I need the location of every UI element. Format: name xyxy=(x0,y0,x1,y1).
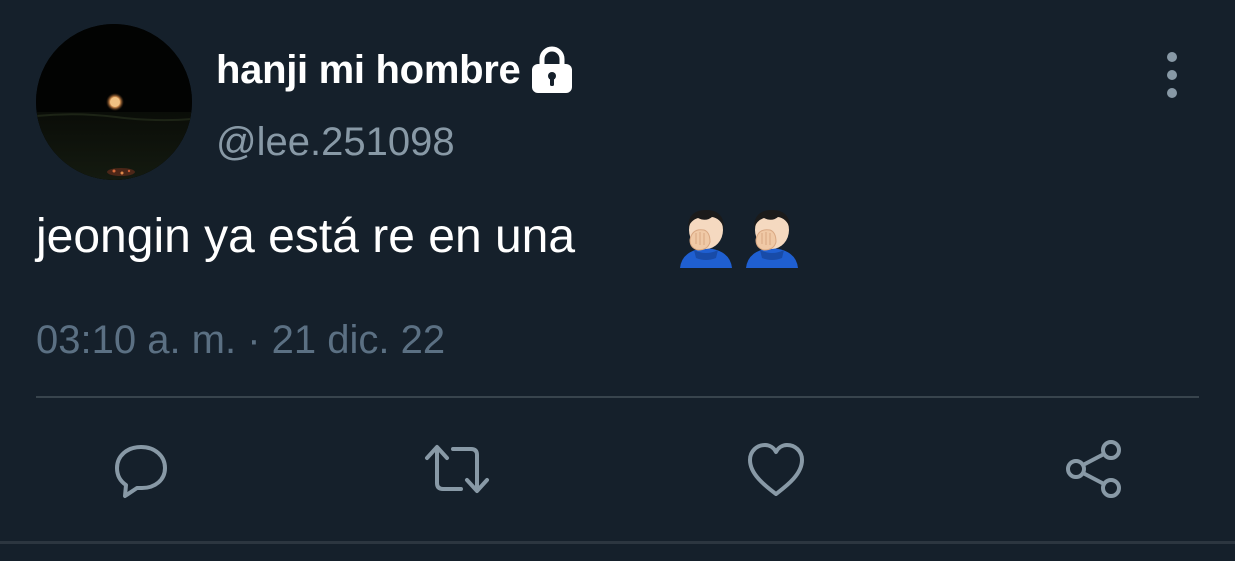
like-button[interactable] xyxy=(743,436,809,502)
display-name[interactable]: hanji mi hombre xyxy=(216,42,521,98)
bottom-divider xyxy=(0,541,1235,544)
lock-icon xyxy=(528,45,576,95)
facepalm-icon xyxy=(742,206,802,268)
tweet-emojis xyxy=(676,204,808,270)
more-options-button[interactable] xyxy=(1150,52,1194,98)
divider xyxy=(36,396,1199,398)
tweet-timestamp[interactable]: 03:10 a. m. · 21 dic. 22 xyxy=(36,314,445,366)
share-icon xyxy=(1063,438,1125,500)
reply-icon xyxy=(111,439,171,499)
retweet-icon xyxy=(423,439,491,499)
reply-button[interactable] xyxy=(108,436,174,502)
heart-icon xyxy=(745,440,807,498)
avatar[interactable] xyxy=(36,24,192,180)
more-dot xyxy=(1167,88,1177,98)
tweet-actions-bar xyxy=(0,436,1235,502)
display-name-row[interactable]: hanji mi hombre xyxy=(216,42,576,98)
tweet-detail: hanji mi hombre @lee.251098 jeongin ya e… xyxy=(0,0,1235,561)
share-button[interactable] xyxy=(1061,436,1127,502)
more-vertical-icon xyxy=(1167,52,1177,62)
tweet-text: jeongin ya está re en una xyxy=(36,210,576,263)
retweet-button[interactable] xyxy=(424,436,490,502)
more-dot xyxy=(1167,70,1177,80)
user-handle[interactable]: @lee.251098 xyxy=(216,116,455,168)
facepalm-icon xyxy=(676,206,736,268)
